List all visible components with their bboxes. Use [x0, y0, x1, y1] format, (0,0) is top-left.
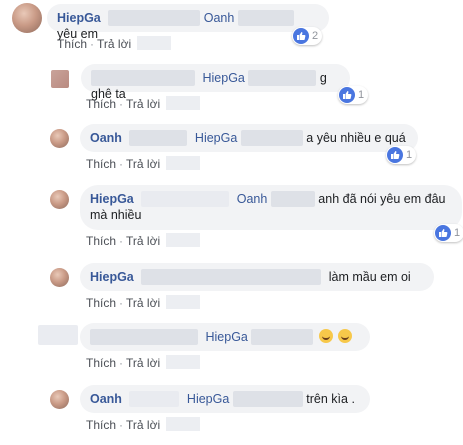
comment-bubble: Oanh HiepGa trên kìa .: [80, 385, 370, 413]
redacted-name: [248, 70, 317, 86]
commenter-name[interactable]: HiepGa: [90, 192, 134, 206]
reaction-count[interactable]: 1: [338, 86, 369, 104]
crying-emoji-icon: [338, 329, 353, 343]
comment-bubble: Oanh HiepGa a yêu nhiều e quá: [80, 124, 418, 152]
comment-text: trên kìa .: [306, 392, 355, 406]
reply-button[interactable]: Trả lời: [97, 37, 131, 51]
reply-button[interactable]: Trả lời: [126, 97, 160, 111]
separator: ·: [119, 418, 124, 432]
redacted-avatar: [38, 325, 78, 345]
avatar[interactable]: [50, 268, 69, 287]
comment-text: a yêu nhiều e quá: [306, 131, 406, 145]
mention-tag[interactable]: HiepGa: [187, 392, 229, 406]
redacted-name: [251, 329, 314, 345]
comment-bubble: HiepGa g ghê ta: [81, 64, 350, 101]
comment-bubble: HiepGa: [80, 323, 370, 351]
crying-emoji-icon: [318, 329, 333, 343]
redacted-name: [129, 391, 180, 407]
comment-actions: Thích · Trả lời: [86, 355, 201, 370]
redacted-timestamp: [166, 295, 201, 309]
redacted-name: [270, 191, 315, 207]
redacted-timestamp: [166, 417, 201, 431]
comment-actions: Thích · Trả lời: [86, 295, 201, 310]
comment-text-line-2: mà nhiều: [90, 208, 142, 222]
reaction-count[interactable]: 2: [292, 27, 323, 45]
like-icon: [339, 87, 355, 103]
comment-actions: Thích · Trả lời: [86, 417, 201, 432]
comment-text: làm mầu em oi: [328, 270, 411, 284]
like-button[interactable]: Thích: [86, 234, 116, 248]
redacted-name: [129, 130, 188, 146]
mention-tag[interactable]: Oanh: [237, 192, 268, 206]
comment-text: anh đã nói yêu em đâu: [318, 192, 446, 206]
comment-bubble: HiepGa Oanh yêu em: [47, 4, 329, 41]
comment-actions: Thích · Trả lời: [57, 36, 172, 51]
separator: ·: [119, 157, 124, 171]
comment-bubble: HiepGa Oanh anh đã nói yêu em đâu mà nhi…: [80, 185, 462, 230]
comment-bubble: HiepGa làm mầu em oi: [80, 263, 434, 291]
redacted-name: [90, 329, 198, 345]
reply-button[interactable]: Trả lời: [126, 234, 160, 248]
like-button[interactable]: Thích: [86, 157, 116, 171]
redacted-name: [240, 130, 303, 146]
like-icon: [435, 225, 451, 241]
reply-button[interactable]: Trả lời: [126, 296, 160, 310]
reply-button[interactable]: Trả lời: [126, 157, 160, 171]
reaction-number: 1: [454, 227, 461, 239]
separator: ·: [119, 234, 124, 248]
avatar[interactable]: [50, 129, 69, 148]
redacted-name: [108, 10, 201, 26]
redacted-name: [141, 191, 230, 207]
redacted-timestamp: [166, 156, 201, 170]
avatar[interactable]: [12, 3, 42, 33]
reaction-count[interactable]: 1: [434, 224, 463, 242]
redacted-timestamp: [166, 355, 201, 369]
comment-actions: Thích · Trả lời: [86, 233, 201, 248]
commenter-name[interactable]: Oanh: [90, 392, 122, 406]
comment-actions: Thích · Trả lời: [86, 96, 201, 111]
mention-tag[interactable]: HiepGa: [205, 330, 247, 344]
reaction-number: 1: [358, 89, 365, 101]
like-button[interactable]: Thích: [86, 356, 116, 370]
redacted-timestamp: [137, 36, 172, 50]
commenter-name[interactable]: HiepGa: [90, 270, 134, 284]
avatar[interactable]: [51, 70, 69, 88]
avatar[interactable]: [50, 190, 69, 209]
like-button[interactable]: Thích: [86, 97, 116, 111]
redacted-name: [141, 269, 322, 285]
separator: ·: [119, 97, 124, 111]
like-icon: [293, 28, 309, 44]
like-button[interactable]: Thích: [86, 418, 116, 432]
comment-actions: Thích · Trả lời: [86, 156, 201, 171]
redacted-timestamp: [166, 233, 201, 247]
separator: ·: [119, 296, 124, 310]
reaction-number: 1: [406, 149, 413, 161]
reply-button[interactable]: Trả lời: [126, 356, 160, 370]
like-icon: [387, 147, 403, 163]
redacted-name: [91, 70, 195, 86]
reaction-number: 2: [312, 30, 319, 42]
like-button[interactable]: Thích: [57, 37, 87, 51]
avatar[interactable]: [50, 390, 69, 409]
like-button[interactable]: Thích: [86, 296, 116, 310]
mention-tag[interactable]: HiepGa: [195, 131, 237, 145]
redacted-name: [237, 10, 294, 26]
redacted-timestamp: [166, 96, 201, 110]
commenter-name[interactable]: Oanh: [90, 131, 122, 145]
reply-button[interactable]: Trả lời: [126, 418, 160, 432]
separator: ·: [119, 356, 124, 370]
mention-tag[interactable]: Oanh: [204, 11, 235, 25]
redacted-name: [232, 391, 303, 407]
separator: ·: [90, 37, 95, 51]
commenter-name[interactable]: HiepGa: [57, 11, 101, 25]
mention-tag[interactable]: HiepGa: [202, 71, 244, 85]
reaction-count[interactable]: 1: [386, 146, 417, 164]
